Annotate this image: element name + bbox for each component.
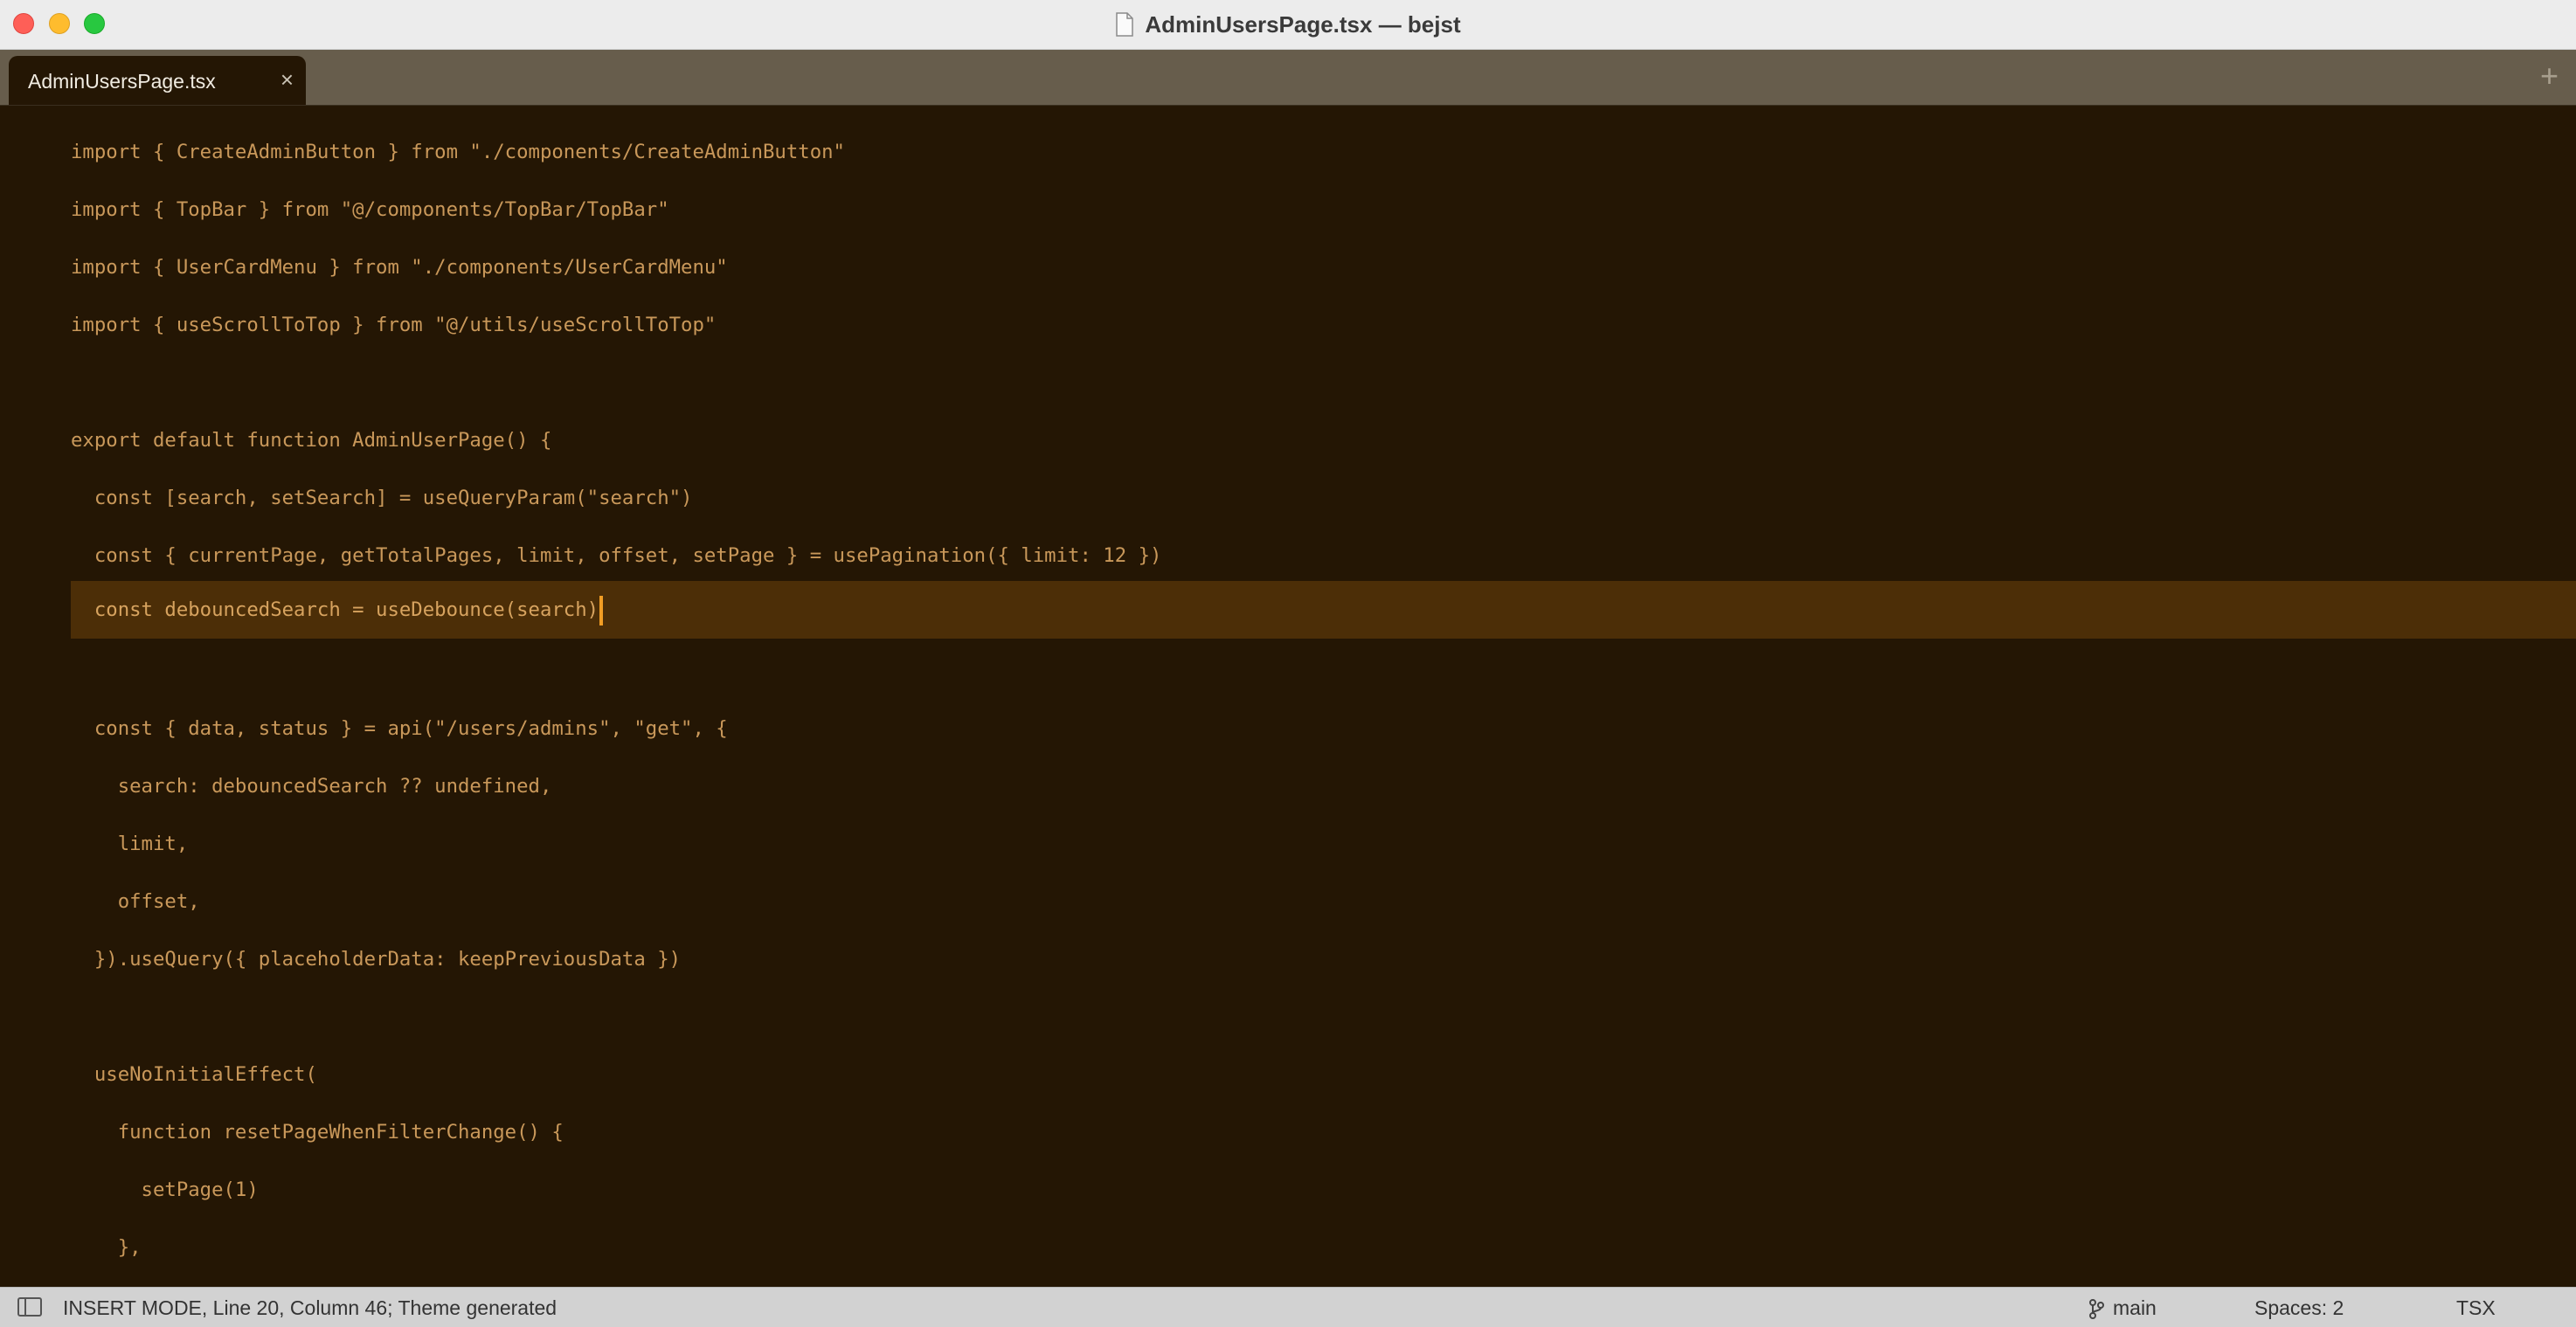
text-caret — [599, 595, 604, 625]
status-bar: INSERT MODE, Line 20, Column 46; Theme g… — [0, 1287, 2576, 1327]
code-line-8[interactable]: const { currentPage, getTotalPages, limi… — [71, 538, 1162, 573]
tab-adminuserspage[interactable]: AdminUsersPage.tsx × — [9, 56, 306, 105]
document-icon — [1116, 12, 1134, 37]
code-line-9-text: const debouncedSearch = useDebounce(sear… — [71, 598, 599, 621]
code-editor[interactable]: import { CreateAdminButton } from "./com… — [0, 106, 2576, 1287]
sidebar-toggle-icon[interactable] — [17, 1297, 42, 1317]
code-line-3[interactable]: import { UserCardMenu } from "./componen… — [71, 250, 728, 285]
git-branch-icon — [2089, 1298, 2104, 1319]
code-line-18[interactable]: function resetPageWhenFilterChange() { — [71, 1115, 564, 1150]
window-title: AdminUsersPage.tsx — bejst — [1145, 10, 1461, 38]
code-line-14[interactable]: offset, — [71, 884, 200, 919]
title-bar: AdminUsersPage.tsx — bejst — [0, 0, 2576, 50]
code-line-9-current[interactable]: const debouncedSearch = useDebounce(sear… — [71, 592, 604, 627]
code-line-17[interactable]: useNoInitialEffect( — [71, 1057, 317, 1092]
code-line-7[interactable]: const [search, setSearch] = useQueryPara… — [71, 480, 693, 515]
git-branch-indicator[interactable]: main — [2088, 1296, 2157, 1320]
new-tab-icon[interactable]: + — [2540, 60, 2559, 92]
language-mode[interactable]: TSX — [2456, 1296, 2496, 1320]
git-branch-label: main — [2113, 1296, 2157, 1319]
code-line-13[interactable]: limit, — [71, 826, 189, 861]
code-line-19[interactable]: setPage(1) — [71, 1172, 259, 1207]
code-line-4[interactable]: import { useScrollToTop } from "@/utils/… — [71, 308, 716, 342]
window-title-area: AdminUsersPage.tsx — bejst — [0, 0, 2576, 49]
code-line-11[interactable]: const { data, status } = api("/users/adm… — [71, 711, 728, 746]
tab-close-icon[interactable]: × — [280, 67, 294, 92]
code-line-6[interactable]: export default function AdminUserPage() … — [71, 423, 551, 458]
status-mode-text: INSERT MODE, Line 20, Column 46; Theme g… — [63, 1296, 557, 1319]
tab-label: AdminUsersPage.tsx — [28, 70, 216, 93]
code-line-12[interactable]: search: debouncedSearch ?? undefined, — [71, 769, 552, 804]
code-line-1[interactable]: import { CreateAdminButton } from "./com… — [71, 135, 845, 169]
tab-bar: AdminUsersPage.tsx × + — [0, 50, 2576, 106]
code-line-15[interactable]: }).useQuery({ placeholderData: keepPrevi… — [71, 942, 681, 977]
code-line-20[interactable]: }, — [71, 1230, 142, 1265]
code-line-2[interactable]: import { TopBar } from "@/components/Top… — [71, 192, 669, 227]
indentation-setting[interactable]: Spaces: 2 — [2254, 1296, 2344, 1320]
